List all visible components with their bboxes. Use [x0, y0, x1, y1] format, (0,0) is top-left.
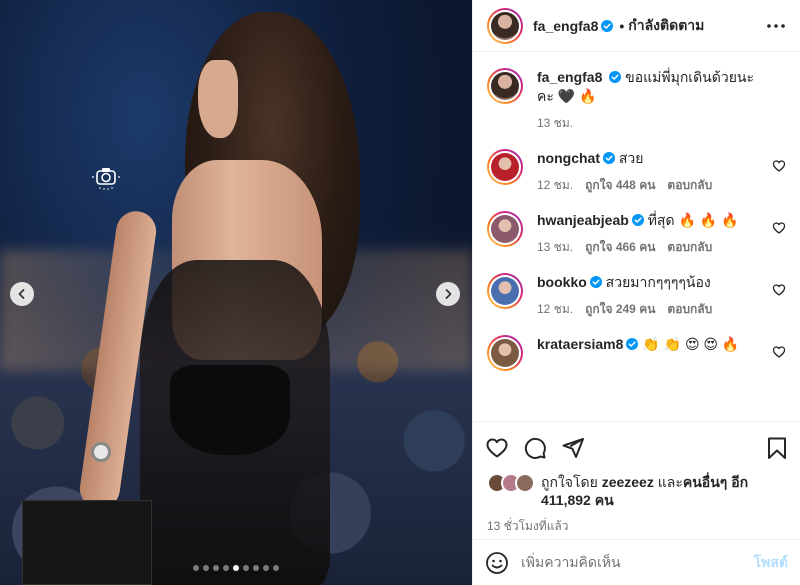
media-subject-garment — [170, 365, 290, 455]
slide-dot — [253, 565, 259, 571]
caption-username[interactable]: fa_engfa8 — [537, 69, 602, 85]
chevron-right-icon — [445, 289, 452, 299]
comment-bubble-icon[interactable] — [523, 436, 547, 460]
media-subject-face — [198, 60, 238, 138]
verified-badge-icon — [631, 214, 644, 226]
slide-dot — [233, 565, 239, 571]
comment-like-heart-icon[interactable] — [772, 221, 786, 235]
comment-item: krataersiam8 👏 👏 😍 😍 🔥 — [487, 335, 786, 371]
comment-avatar-ring[interactable] — [487, 149, 523, 185]
comment-avatar — [491, 277, 519, 305]
comment-username[interactable]: bookko — [537, 274, 587, 290]
comment-time[interactable]: 12 ชม. — [537, 300, 573, 319]
slide-dot — [243, 565, 249, 571]
comment-like-heart-icon[interactable] — [772, 345, 786, 359]
comment-avatar-ring[interactable] — [487, 335, 523, 371]
caption-emoji: 🖤 🔥 — [557, 88, 597, 104]
comment-like-heart-icon[interactable] — [772, 159, 786, 173]
more-options-button[interactable] — [764, 14, 788, 38]
header-separator: • — [619, 17, 625, 34]
verified-badge-icon — [609, 71, 622, 83]
likes-others[interactable]: คนอื่นๆ อีก — [683, 474, 748, 490]
slide-dot — [213, 565, 219, 571]
caption-time[interactable]: 13 ชม. — [537, 114, 573, 133]
author-avatar — [491, 11, 519, 40]
add-comment-bar: เพิ่มความคิดเห็น โพสต์ — [473, 539, 800, 585]
comment-avatar — [491, 339, 519, 367]
verified-badge-icon — [601, 19, 614, 32]
comment-avatar-ring[interactable] — [487, 211, 523, 247]
slide-dot — [223, 565, 229, 571]
likes-summary[interactable]: ถูกใจโดย zeezeez และคนอื่นๆ อีก 411,892 … — [473, 473, 800, 509]
verified-badge-icon — [626, 338, 639, 350]
post-side-panel: fa_engfa8 • กำลังติดตาม fa_engfa8 ขอแม่พ… — [472, 0, 800, 585]
comment-item: bookko สวยมากๆๆๆๆน้อง 12 ชม. ถูกใจ 249 คน ต… — [487, 273, 786, 319]
instagram-post-modal: fa_engfa8 • กำลังติดตาม fa_engfa8 ขอแม่พ… — [0, 0, 800, 585]
following-button[interactable]: กำลังติดตาม — [628, 15, 704, 37]
comment-username[interactable]: nongchat — [537, 150, 600, 166]
comment-avatar — [491, 153, 519, 181]
comment-text: ที่สุด 🔥 🔥 🔥 — [647, 212, 739, 228]
bookmark-save-icon[interactable] — [766, 436, 788, 460]
camera-watermark-icon — [92, 168, 120, 190]
comment-text: สวย — [618, 150, 644, 166]
reply-button[interactable]: ตอบกลับ — [667, 238, 712, 257]
slide-dot — [263, 565, 269, 571]
post-comment-button[interactable]: โพสต์ — [754, 552, 788, 574]
like-heart-icon[interactable] — [485, 436, 509, 460]
comment-rows: nongchat สวย 12 ชม. ถูกใจ 448 คน ตอบกลับ hwa… — [487, 149, 786, 371]
comment-like-heart-icon[interactable] — [772, 283, 786, 297]
share-send-icon[interactable] — [561, 436, 585, 460]
post-timestamp[interactable]: 13 ชั่วโมงที่แล้ว — [473, 509, 800, 539]
slide-indicator-dots — [0, 565, 472, 571]
comment-username[interactable]: krataersiam8 — [537, 336, 623, 352]
media-clutch — [22, 500, 152, 585]
slide-dot — [193, 565, 199, 571]
comment-username[interactable]: hwanjeabjeab — [537, 212, 629, 228]
next-slide-button[interactable] — [436, 282, 460, 306]
post-caption: fa_engfa8 ขอแม่พี่มุกเดินด้วยนะคะ 🖤 🔥 13… — [487, 68, 786, 133]
caption-avatar-ring[interactable] — [487, 68, 523, 104]
comment-likes[interactable]: ถูกใจ 466 คน — [585, 238, 655, 257]
add-comment-input[interactable]: เพิ่มความคิดเห็น — [521, 552, 754, 574]
author-username[interactable]: fa_engfa8 — [533, 18, 598, 34]
previous-slide-button[interactable] — [10, 282, 34, 306]
comment-likes[interactable]: ถูกใจ 448 คน — [585, 176, 655, 195]
slide-dot — [203, 565, 209, 571]
author-avatar-ring[interactable] — [487, 7, 523, 44]
likes-user[interactable]: zeezeez — [602, 474, 654, 490]
comment-time[interactable]: 13 ชม. — [537, 238, 573, 257]
post-actions-bar — [473, 421, 800, 473]
reply-button[interactable]: ตอบกลับ — [667, 176, 712, 195]
comment-item: nongchat สวย 12 ชม. ถูกใจ 448 คน ตอบกลับ — [487, 149, 786, 195]
verified-badge-icon — [603, 152, 615, 164]
comment-text: 👏 👏 😍 😍 🔥 — [642, 336, 740, 352]
post-header: fa_engfa8 • กำลังติดตาม — [473, 0, 800, 52]
likes-count[interactable]: 411,892 คน — [541, 492, 614, 508]
comment-avatar-ring[interactable] — [487, 273, 523, 309]
caption-avatar — [491, 72, 519, 100]
slide-dot — [273, 565, 279, 571]
comment-avatar — [491, 215, 519, 243]
chevron-left-icon — [18, 289, 25, 299]
likes-prefix: ถูกใจโดย — [541, 474, 598, 490]
liker-avatars — [487, 473, 537, 495]
more-horizontal-icon — [767, 23, 785, 28]
reply-button[interactable]: ตอบกลับ — [667, 300, 712, 319]
comment-item: hwanjeabjeab ที่สุด 🔥 🔥 🔥 13 ชม. ถูกใจ 466… — [487, 211, 786, 257]
media-watch — [91, 442, 111, 462]
comment-text: สวยมากๆๆๆๆน้อง — [605, 274, 711, 290]
verified-badge-icon — [589, 276, 602, 288]
comments-list[interactable]: fa_engfa8 ขอแม่พี่มุกเดินด้วยนะคะ 🖤 🔥 13… — [473, 52, 800, 421]
comment-time[interactable]: 12 ชม. — [537, 176, 573, 195]
emoji-smiley-icon[interactable] — [485, 551, 509, 575]
comment-likes[interactable]: ถูกใจ 249 คน — [585, 300, 655, 319]
liker-avatar — [515, 473, 535, 493]
post-media[interactable] — [0, 0, 472, 585]
likes-joiner: และ — [657, 474, 683, 490]
